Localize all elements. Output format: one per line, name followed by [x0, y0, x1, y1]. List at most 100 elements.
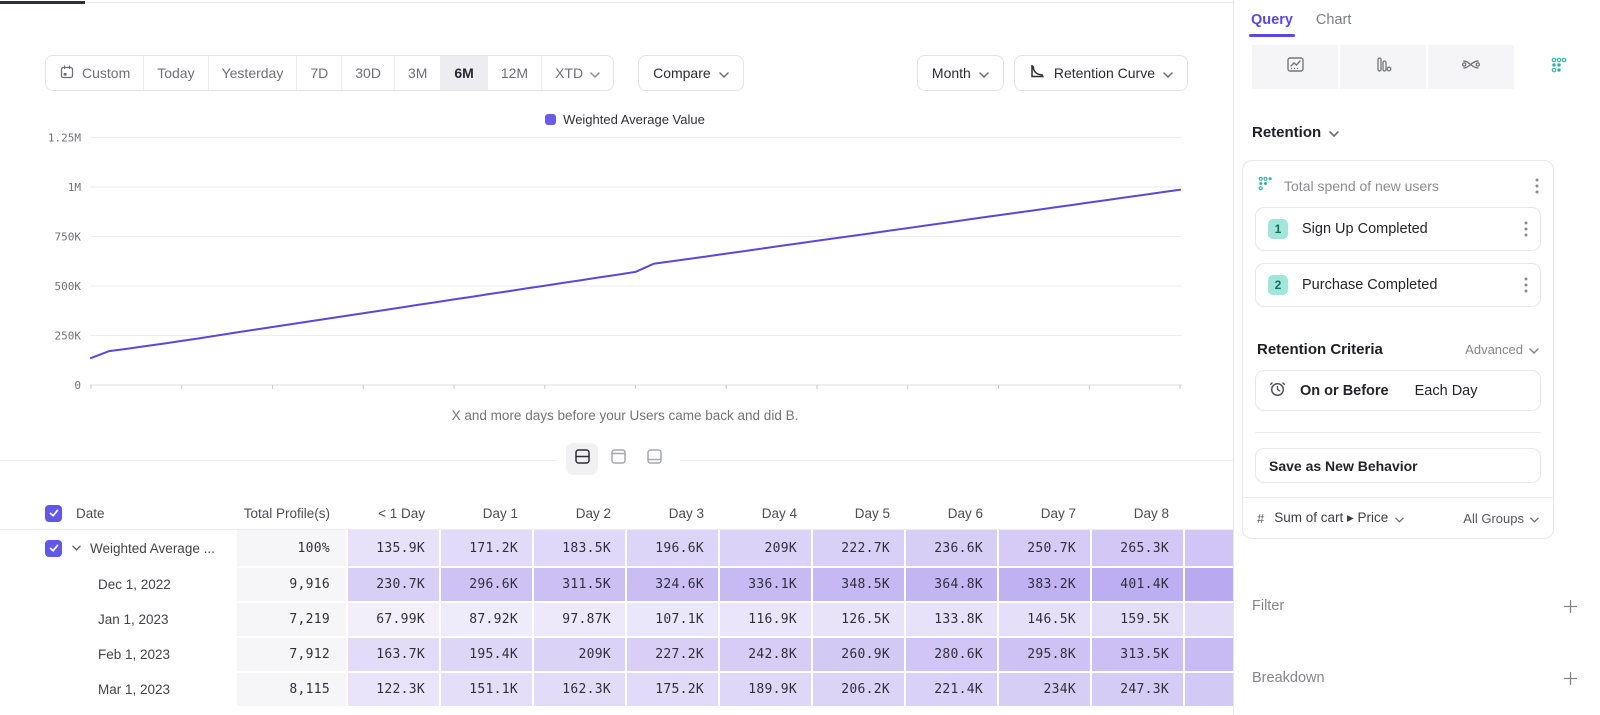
- retention-value-cell[interactable]: 295.8K: [999, 638, 1092, 673]
- retention-value-cell[interactable]: 162.3K: [534, 673, 627, 708]
- retention-value-cell[interactable]: 107.1K: [627, 603, 720, 638]
- criteria-row[interactable]: On or Before Each Day: [1255, 370, 1541, 411]
- retention-value-cell[interactable]: 348.5K: [813, 568, 906, 603]
- column-header-day-2[interactable]: Day 2: [534, 497, 627, 529]
- range-3m-button[interactable]: 3M: [395, 56, 441, 90]
- retention-line-chart[interactable]: 0250K500K750K1M1.25M< 1 DayDay 5Day 10Da…: [45, 130, 1205, 392]
- save-as-new-behavior-button[interactable]: Save as New Behavior: [1255, 448, 1541, 483]
- retention-value-cell[interactable]: 133.8K: [906, 603, 999, 638]
- granularity-button[interactable]: Month: [917, 55, 1004, 91]
- retention-value-cell[interactable]: 364.8K: [906, 568, 999, 603]
- column-header-day-3[interactable]: Day 3: [627, 497, 720, 529]
- column-header-day-5[interactable]: Day 5: [813, 497, 906, 529]
- range-30d-button[interactable]: 30D: [342, 56, 395, 90]
- tab-retention[interactable]: [1516, 45, 1600, 89]
- add-breakdown-button[interactable]: [1563, 671, 1578, 686]
- retention-value-cell[interactable]: 146.5K: [999, 603, 1092, 638]
- retention-value-cell[interactable]: 175.2K: [627, 673, 720, 708]
- retention-value-cell[interactable]: 222.7K: [813, 530, 906, 568]
- tab-insights[interactable]: [1252, 45, 1338, 89]
- date-cell[interactable]: Weighted Average ...: [0, 530, 237, 568]
- retention-value-cell[interactable]: 195.4K: [441, 638, 534, 673]
- retention-value-cell[interactable]: 313.5K: [1092, 638, 1185, 673]
- tab-funnels[interactable]: [1340, 45, 1426, 89]
- retention-value-cell[interactable]: 151.1K: [441, 673, 534, 708]
- retention-value-cell[interactable]: 324.6K: [627, 568, 720, 603]
- retention-value-cell[interactable]: 221.4K: [906, 673, 999, 708]
- retention-value-cell[interactable]: 230.7K: [348, 568, 441, 603]
- range-custom-button[interactable]: Custom: [46, 56, 144, 90]
- column-header-day-6[interactable]: Day 6: [906, 497, 999, 529]
- retention-value-cell[interactable]: 280.6K: [906, 638, 999, 673]
- retention-value-cell[interactable]: 171.2K: [441, 530, 534, 568]
- retention-value-cell[interactable]: 250.7K: [999, 530, 1092, 568]
- retention-value-cell[interactable]: 247.3K: [1092, 673, 1185, 708]
- kebab-menu-icon[interactable]: [1522, 219, 1530, 239]
- retention-value-cell[interactable]: 116.9K: [720, 603, 813, 638]
- range-12m-button[interactable]: 12M: [488, 56, 542, 90]
- range-today-button[interactable]: Today: [144, 56, 208, 90]
- retention-value-cell[interactable]: 97.87K: [534, 603, 627, 638]
- table-focus-view-toggle[interactable]: [638, 443, 670, 475]
- retention-value-cell[interactable]: 296.6K: [441, 568, 534, 603]
- column-header-total-profile-s-[interactable]: Total Profile(s): [237, 497, 348, 529]
- checkbox-checked[interactable]: [45, 540, 62, 557]
- checkbox-checked[interactable]: [45, 505, 62, 522]
- compare-button[interactable]: Compare: [638, 55, 744, 91]
- range-6m-button[interactable]: 6M: [441, 56, 487, 90]
- retention-value-cell[interactable]: 183.5K: [534, 530, 627, 568]
- retention-value-cell[interactable]: 242.8K: [720, 638, 813, 673]
- criteria-condition[interactable]: On or Before: [1300, 383, 1389, 399]
- retention-value-cell[interactable]: 234K: [999, 673, 1092, 708]
- all-groups-dropdown[interactable]: All Groups: [1463, 511, 1539, 526]
- retention-value-cell[interactable]: 401.4K: [1092, 568, 1185, 603]
- column-header-date[interactable]: Date: [0, 497, 237, 529]
- retention-value-cell[interactable]: 189.9K: [720, 673, 813, 708]
- measure-property-dropdown[interactable]: Sum of cart ▸ Price: [1274, 510, 1453, 526]
- retention-value-cell[interactable]: 122.3K: [348, 673, 441, 708]
- retention-value-cell[interactable]: 159.5K: [1092, 603, 1185, 638]
- retention-value-cell[interactable]: 87.92K: [441, 603, 534, 638]
- range-xtd-button[interactable]: XTD: [542, 56, 613, 90]
- add-filter-button[interactable]: [1563, 599, 1578, 614]
- retention-value-cell[interactable]: 311.5K: [534, 568, 627, 603]
- column-header-day-1[interactable]: Day 1: [441, 497, 534, 529]
- chart-view-button[interactable]: Retention Curve: [1014, 55, 1188, 91]
- column-header--1-day[interactable]: < 1 Day: [348, 497, 441, 529]
- column-header-day-8[interactable]: Day 8: [1092, 497, 1185, 529]
- retention-value-cell[interactable]: 236.6K: [906, 530, 999, 568]
- range-7d-button[interactable]: 7D: [297, 56, 342, 90]
- tab-flows[interactable]: [1428, 45, 1514, 89]
- date-cell[interactable]: Mar 1, 2023: [0, 673, 237, 708]
- tab-query[interactable]: Query: [1251, 12, 1293, 37]
- tab-chart[interactable]: Chart: [1316, 12, 1351, 37]
- criteria-frequency[interactable]: Each Day: [1415, 383, 1478, 399]
- retention-value-cell[interactable]: 383.2K: [999, 568, 1092, 603]
- retention-value-cell[interactable]: 196.6K: [627, 530, 720, 568]
- date-cell[interactable]: Dec 1, 2022: [0, 568, 237, 603]
- retention-value-cell[interactable]: 163.7K: [348, 638, 441, 673]
- date-cell[interactable]: Feb 1, 2023: [0, 638, 237, 673]
- range-yesterday-button[interactable]: Yesterday: [209, 56, 298, 90]
- split-view-toggle[interactable]: [566, 443, 598, 475]
- behavior-step-2[interactable]: 2 Purchase Completed: [1255, 263, 1541, 307]
- advanced-dropdown[interactable]: Advanced: [1465, 342, 1539, 357]
- retention-value-cell[interactable]: 67.99K: [348, 603, 441, 638]
- date-cell[interactable]: Jan 1, 2023: [0, 603, 237, 638]
- kebab-menu-icon[interactable]: [1533, 176, 1541, 196]
- retention-value-cell[interactable]: 135.9K: [348, 530, 441, 568]
- retention-value-cell[interactable]: 209K: [720, 530, 813, 568]
- retention-value-cell[interactable]: 227.2K: [627, 638, 720, 673]
- column-header-day-7[interactable]: Day 7: [999, 497, 1092, 529]
- retention-value-cell[interactable]: 126.5K: [813, 603, 906, 638]
- retention-value-cell[interactable]: 209K: [534, 638, 627, 673]
- retention-value-cell[interactable]: 265.3K: [1092, 530, 1185, 568]
- column-header-day-4[interactable]: Day 4: [720, 497, 813, 529]
- kebab-menu-icon[interactable]: [1522, 275, 1530, 295]
- chart-focus-view-toggle[interactable]: [602, 443, 634, 475]
- retention-value-cell[interactable]: 206.2K: [813, 673, 906, 708]
- retention-section-header[interactable]: Retention: [1252, 124, 1339, 141]
- behavior-step-1[interactable]: 1 Sign Up Completed: [1255, 207, 1541, 251]
- chevron-down-icon[interactable]: [72, 545, 81, 551]
- retention-value-cell[interactable]: 260.9K: [813, 638, 906, 673]
